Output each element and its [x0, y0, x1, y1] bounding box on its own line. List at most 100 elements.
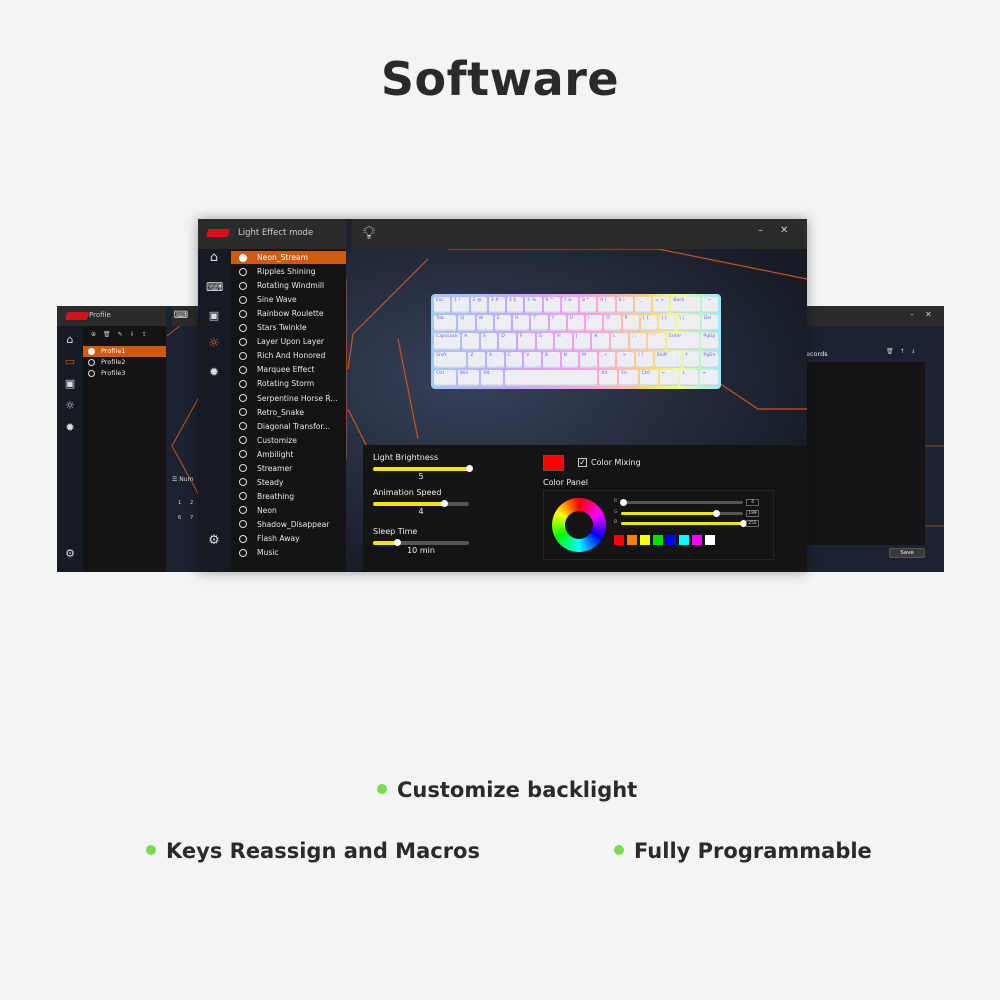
- profile-item[interactable]: Profile2: [83, 357, 166, 368]
- effect-item[interactable]: Sine Wave: [231, 293, 346, 306]
- key[interactable]: ' ": [648, 333, 665, 350]
- effect-item[interactable]: Retro_Snake: [231, 406, 346, 419]
- key[interactable]: L: [611, 333, 628, 350]
- color-preset-swatch[interactable]: [640, 535, 650, 545]
- profile-item[interactable]: Profile3: [83, 368, 166, 379]
- key[interactable]: I: [586, 315, 603, 332]
- key[interactable]: V: [524, 351, 541, 368]
- channel-value-input[interactable]: 199: [746, 509, 759, 517]
- key[interactable]: Shift: [434, 351, 467, 368]
- key[interactable]: ←: [659, 369, 678, 387]
- key[interactable]: . >: [617, 351, 635, 368]
- key[interactable]: C: [505, 351, 523, 368]
- effect-item[interactable]: Steady: [231, 476, 346, 489]
- key[interactable]: ↓: [679, 369, 698, 387]
- key[interactable]: S: [480, 333, 498, 350]
- effect-item[interactable]: Diagonal Transfor...: [231, 420, 346, 433]
- close-button[interactable]: ✕: [780, 225, 788, 236]
- brightness-slider[interactable]: [373, 465, 473, 472]
- gear-chip-icon[interactable]: ✹: [62, 422, 78, 434]
- key[interactable]: Alt: [599, 369, 618, 387]
- key[interactable]: Z: [468, 351, 486, 368]
- effect-item[interactable]: Ripples Shining: [231, 265, 346, 278]
- key[interactable]: F: [517, 333, 535, 350]
- color-preset-swatch[interactable]: [705, 535, 715, 545]
- key[interactable]: →: [699, 369, 718, 387]
- key[interactable]: ↑: [682, 351, 700, 368]
- key[interactable]: Q: [458, 315, 475, 332]
- effect-item[interactable]: Breathing: [231, 490, 346, 503]
- key[interactable]: 1 !: [452, 297, 469, 314]
- color-preset-swatch[interactable]: [692, 535, 702, 545]
- save-button[interactable]: Save: [889, 548, 925, 558]
- terminal-icon[interactable]: ▣: [62, 378, 78, 390]
- channel-slider[interactable]: [619, 499, 743, 506]
- key[interactable]: - _: [634, 297, 651, 314]
- home-icon[interactable]: ⌂: [206, 251, 222, 264]
- key[interactable]: Tab: [434, 315, 457, 332]
- key[interactable]: Esc: [434, 297, 451, 314]
- gear-chip-icon[interactable]: ✹: [206, 366, 222, 378]
- key[interactable]: 0 ): [616, 297, 633, 314]
- key[interactable]: 3 #: [488, 297, 505, 314]
- color-wheel[interactable]: [552, 498, 606, 552]
- key[interactable]: 9 (: [598, 297, 615, 314]
- key[interactable]: D: [499, 333, 516, 350]
- key[interactable]: W: [476, 315, 493, 332]
- key[interactable]: O: [604, 315, 621, 332]
- spacebar-key[interactable]: [504, 369, 598, 387]
- color-preset-swatch[interactable]: [614, 535, 624, 545]
- key[interactable]: \ |: [677, 315, 700, 332]
- key[interactable]: ; :: [629, 333, 647, 350]
- effect-item[interactable]: Marquee Effect: [231, 363, 346, 376]
- color-preset-swatch[interactable]: [666, 535, 676, 545]
- key[interactable]: A: [462, 333, 479, 350]
- key[interactable]: Ctrl: [639, 369, 658, 387]
- export-icon[interactable]: ⇪: [142, 331, 154, 338]
- num-key[interactable]: 6: [178, 515, 181, 521]
- key[interactable]: U: [567, 315, 585, 332]
- channel-slider[interactable]: [621, 520, 747, 527]
- home-icon[interactable]: ⌂: [62, 334, 78, 346]
- profile-item[interactable]: Profile1: [83, 346, 166, 357]
- minimize-button[interactable]: –: [758, 225, 763, 236]
- key[interactable]: PgDn: [701, 351, 718, 368]
- lightbulb-icon[interactable]: 💡︎: [358, 223, 380, 245]
- key[interactable]: [ {: [640, 315, 658, 332]
- terminal-icon[interactable]: ▣: [206, 310, 222, 322]
- settings-icon[interactable]: ⚙: [62, 548, 78, 560]
- move-up-icon[interactable]: ↑: [900, 348, 911, 355]
- effect-item[interactable]: Layer Upon Layer: [231, 335, 346, 348]
- num-key[interactable]: 7: [190, 515, 193, 521]
- key[interactable]: 7 &: [561, 297, 578, 314]
- minimize-button[interactable]: –: [910, 310, 914, 319]
- effect-item[interactable]: Serpentine Horse R...: [231, 392, 346, 405]
- trash-icon[interactable]: 🗑: [103, 331, 118, 338]
- effect-item[interactable]: Rainbow Roulette: [231, 307, 346, 320]
- records-list[interactable]: [806, 362, 925, 545]
- key[interactable]: K: [592, 333, 610, 350]
- key[interactable]: / ?: [636, 351, 653, 368]
- move-down-icon[interactable]: ↓: [911, 348, 922, 355]
- effect-item[interactable]: Customize: [231, 434, 346, 447]
- key[interactable]: PgUp: [701, 333, 718, 350]
- speed-slider[interactable]: [373, 500, 469, 507]
- effect-item[interactable]: Shadow_Disappear: [231, 518, 346, 531]
- effect-item[interactable]: Flash Away: [231, 532, 346, 545]
- color-preset-swatch[interactable]: [653, 535, 663, 545]
- effect-item[interactable]: Stars Twinkle: [231, 321, 346, 334]
- effect-item[interactable]: Music: [231, 546, 346, 559]
- key[interactable]: Back: [671, 297, 700, 314]
- effect-item[interactable]: Ambilight: [231, 448, 346, 461]
- lightbulb-icon[interactable]: ☼: [206, 337, 222, 350]
- key[interactable]: X: [487, 351, 504, 368]
- color-preset-swatch[interactable]: [679, 535, 689, 545]
- keyboard-tab-icon[interactable]: ⌨: [173, 310, 189, 322]
- keyboard-icon[interactable]: ▭: [62, 356, 78, 368]
- sleep-slider[interactable]: [373, 539, 469, 546]
- import-icon[interactable]: ⇩: [130, 331, 142, 338]
- key[interactable]: Win: [457, 369, 480, 387]
- key[interactable]: Shift: [654, 351, 681, 368]
- key[interactable]: B: [542, 351, 560, 368]
- key[interactable]: Del: [701, 315, 718, 332]
